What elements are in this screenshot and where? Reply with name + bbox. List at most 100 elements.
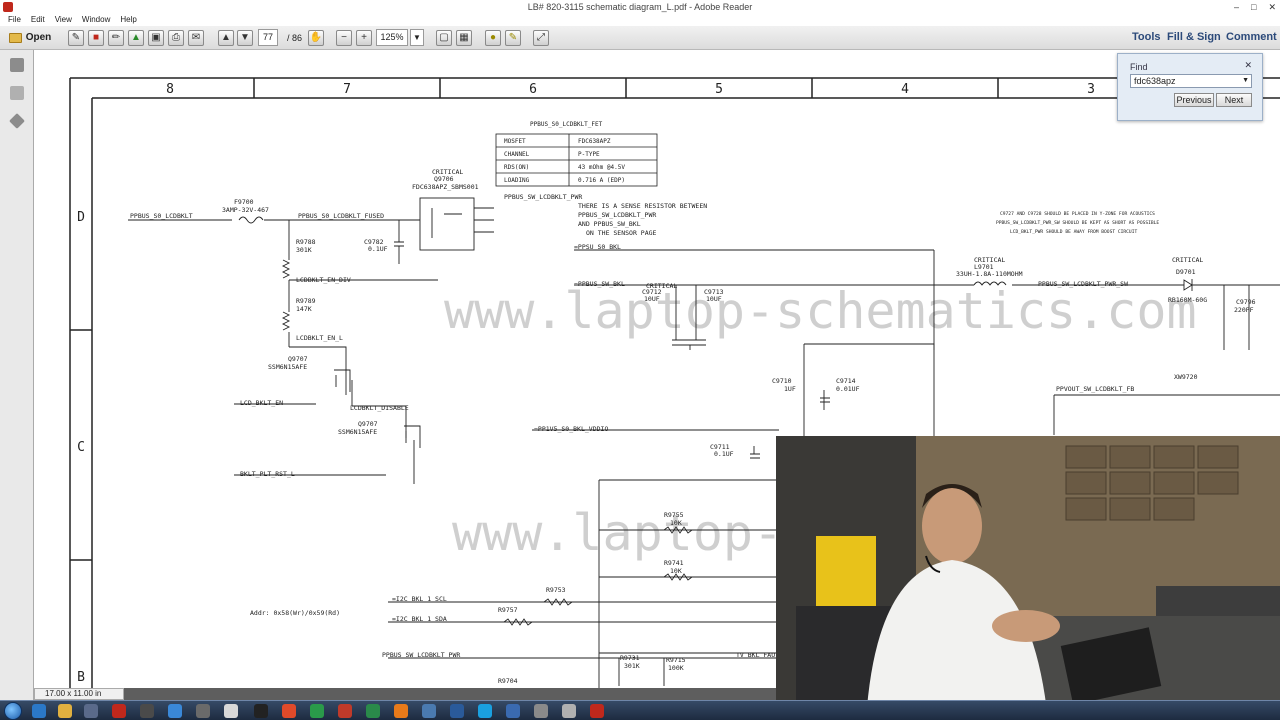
- app-icon[interactable]: [450, 704, 464, 718]
- find-panel: Find ✕ fdc638apz ▼ Previous Next: [1117, 53, 1263, 121]
- net-label: =PP1V5_S0_BKL_VDDIO: [534, 425, 608, 433]
- internet-explorer-icon[interactable]: [32, 704, 46, 718]
- part-value: 10K: [670, 519, 682, 527]
- app-icon[interactable]: [224, 704, 238, 718]
- comment-pane-button[interactable]: Comment: [1226, 31, 1277, 43]
- previous-page-icon[interactable]: ▲: [218, 29, 234, 46]
- part-value: 100K: [668, 664, 684, 672]
- app-icon[interactable]: [168, 704, 182, 718]
- page-number-input[interactable]: 77: [258, 29, 278, 46]
- attachments-icon[interactable]: [10, 86, 24, 100]
- highlight-icon[interactable]: ✎: [505, 29, 521, 46]
- part-note: CRITICAL: [1172, 256, 1203, 264]
- app-icon[interactable]: [196, 704, 210, 718]
- app-icon[interactable]: [84, 704, 98, 718]
- start-button[interactable]: [4, 702, 22, 720]
- zoom-out-icon[interactable]: −: [336, 29, 352, 46]
- table-cell: P-TYPE: [578, 151, 600, 158]
- net-label: TV_BKL_FAU: [736, 651, 775, 659]
- filezilla-icon[interactable]: [112, 704, 126, 718]
- upload-icon[interactable]: ▲: [128, 29, 144, 46]
- note: LCD_BKLT_PWR SHOULD BE AWAY FROM BOOST C…: [1010, 229, 1137, 235]
- navigation-pane: [0, 50, 34, 700]
- app-icon[interactable]: [282, 704, 296, 718]
- fill-sign-pane-button[interactable]: Fill & Sign: [1167, 31, 1221, 43]
- menu-help[interactable]: Help: [120, 14, 136, 26]
- zoom-in-icon[interactable]: +: [356, 29, 372, 46]
- net-label: =PPSU_S0_BKL: [574, 243, 621, 251]
- close-icon[interactable]: ✕: [1244, 60, 1252, 71]
- part-label: Q9707: [358, 420, 378, 428]
- adobe-reader-icon: [3, 2, 13, 12]
- hand-tool-icon[interactable]: ✋: [308, 29, 324, 46]
- app-icon[interactable]: [254, 704, 268, 718]
- note: AND PPBUS_SW_BKL: [578, 220, 641, 228]
- edit-icon[interactable]: ✏: [108, 29, 124, 46]
- app-icon[interactable]: [338, 704, 352, 718]
- menu-view[interactable]: View: [55, 14, 72, 26]
- column-label: 6: [529, 82, 537, 97]
- fit-width-icon[interactable]: ▦: [456, 29, 472, 46]
- app-icon[interactable]: [562, 704, 576, 718]
- fit-page-icon[interactable]: ▢: [436, 29, 452, 46]
- print-icon[interactable]: ⎙: [168, 29, 184, 46]
- part-value: 3AMP-32V-467: [222, 206, 269, 214]
- part-label: R9741: [664, 559, 684, 567]
- part-label: R9788: [296, 238, 316, 246]
- zoom-level-field[interactable]: 125%: [376, 29, 408, 46]
- table-cell: RDS(ON): [504, 164, 529, 171]
- table-cell: CHANNEL: [504, 151, 530, 158]
- menu-window[interactable]: Window: [82, 14, 110, 26]
- email-icon[interactable]: ✉: [188, 29, 204, 46]
- chevron-down-icon[interactable]: ▼: [1242, 75, 1249, 87]
- sticky-note-icon[interactable]: ●: [485, 29, 501, 46]
- toolbar: Open ✎ ■ ✏ ▲ ▣ ⎙ ✉ ▲ ▼ 77 / 86 ✋ − + 125…: [0, 26, 1280, 50]
- open-button[interactable]: Open: [4, 29, 56, 46]
- next-page-icon[interactable]: ▼: [237, 29, 253, 46]
- full-screen-icon[interactable]: ⤢: [533, 29, 549, 46]
- app-icon[interactable]: [506, 704, 520, 718]
- net-label: PPBUS_SW_LCDBKLT_PWR: [504, 193, 582, 201]
- note: C9727 AND C9728 SHOULD BE PLACED IN Y-ZO…: [1000, 211, 1155, 217]
- find-input[interactable]: fdc638apz ▼: [1130, 74, 1252, 88]
- page-thumbnails-icon[interactable]: [10, 58, 24, 72]
- create-pdf-icon[interactable]: ✎: [68, 29, 84, 46]
- export-pdf-icon[interactable]: ■: [88, 29, 104, 46]
- net-label: =I2C_BKL_1_SCL: [392, 595, 447, 603]
- net-label: LCDBKLT_EN_L: [296, 334, 343, 342]
- watermark-top: www.laptop-schematics.com: [444, 282, 1197, 340]
- firefox-icon[interactable]: [394, 704, 408, 718]
- menu-file[interactable]: File: [8, 14, 21, 26]
- webcam-overlay: [776, 436, 1280, 720]
- part-value: SSM6N15AFE: [338, 428, 377, 436]
- app-icon[interactable]: [534, 704, 548, 718]
- adobe-reader-taskbar-icon[interactable]: [590, 704, 604, 718]
- tools-pane-button[interactable]: Tools: [1132, 31, 1161, 43]
- app-icon[interactable]: [366, 704, 380, 718]
- app-icon[interactable]: [422, 704, 436, 718]
- note: PPBUS_SW_LCDBKLT_PWR_SW SHOULD BE KEPT A…: [996, 220, 1159, 226]
- column-label: 5: [715, 82, 723, 97]
- maximize-icon[interactable]: □: [1251, 0, 1256, 14]
- part-value: 33UH-1.8A-110MOHM: [956, 270, 1023, 278]
- app-icon[interactable]: [310, 704, 324, 718]
- minimize-icon[interactable]: –: [1234, 0, 1239, 14]
- app-icon[interactable]: [140, 704, 154, 718]
- save-icon[interactable]: ▣: [148, 29, 164, 46]
- part-label: R9753: [546, 586, 566, 594]
- close-icon[interactable]: ✕: [1268, 0, 1276, 14]
- column-label: 4: [901, 82, 909, 97]
- find-previous-button[interactable]: Previous: [1174, 93, 1214, 107]
- skype-icon[interactable]: [478, 704, 492, 718]
- taskbar: [0, 700, 1280, 720]
- zoom-dropdown-icon[interactable]: ▼: [410, 29, 424, 46]
- table-title: PPBUS_S0_LCDBKLT_FET: [530, 121, 603, 128]
- part-label: D9701: [1176, 268, 1196, 276]
- part-label: C9710: [772, 377, 792, 385]
- file-explorer-icon[interactable]: [58, 704, 72, 718]
- layers-icon[interactable]: [9, 113, 25, 129]
- find-next-button[interactable]: Next: [1216, 93, 1252, 107]
- page-size-indicator: 17.00 x 11.00 in: [34, 688, 124, 700]
- menu-edit[interactable]: Edit: [31, 14, 45, 26]
- net-label: PPBUS_SW_LCDBKLT_PWR: [382, 651, 460, 659]
